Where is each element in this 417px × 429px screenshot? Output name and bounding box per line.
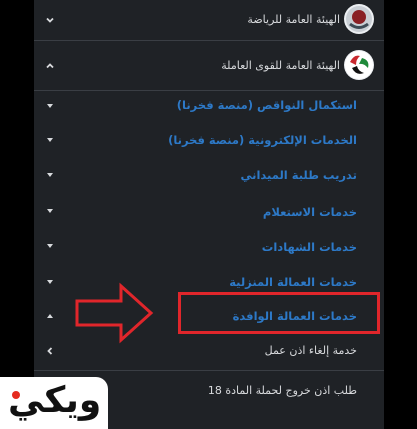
leaf-item-label: خدمة إلغاء اذن عمل [264,344,357,357]
submenu-item[interactable]: استكمال النواقص (منصة فخرنا) [34,94,384,118]
submenu-item[interactable]: الخدمات الإلكترونية (منصة فخرنا) [34,128,384,152]
watermark-dot [12,391,20,399]
divider [34,370,384,371]
submenu-item[interactable]: خدمات الشهادات [34,234,384,258]
sports-authority-logo [344,4,374,34]
submenu-item-label: الخدمات الإلكترونية (منصة فخرنا) [168,133,357,147]
submenu-item-label: خدمات العمالة المنزلية [229,275,357,289]
menu-item-label: الهيئة العامة للقوى العاملة [221,59,340,72]
caret-down-icon [44,205,56,217]
menu-item-label: الهيئة العامة للرياضة [247,13,340,26]
submenu-item-label: خدمات الاستعلام [262,205,357,219]
menu-item-sports-authority[interactable]: الهيئة العامة للرياضة [34,2,384,40]
watermark-text: ويكي [8,380,103,421]
caret-down-icon [44,100,56,112]
caret-down-icon [44,276,56,288]
submenu-item-label: تدريب طلبة الميداني [240,168,357,182]
submenu-item-label: خدمات الشهادات [261,240,357,254]
submenu-item[interactable]: خدمات الاستعلام [34,199,384,223]
chevron-down-icon [44,14,56,26]
submenu-item[interactable]: تدريب طلبة الميداني [34,163,384,187]
caret-down-icon [44,240,56,252]
menu-item-manpower-authority[interactable]: الهيئة العامة للقوى العاملة [34,46,384,88]
chevron-left-icon [44,345,56,357]
manpower-authority-logo [344,50,374,80]
caret-down-icon [44,134,56,146]
leaf-item-label: طلب اذن خروج لحملة المادة 18 [207,384,357,397]
submenu-item-label: استكمال النواقص (منصة فخرنا) [176,98,357,112]
highlight-box [178,292,380,334]
pointer-arrow-icon [73,282,155,348]
divider [34,90,384,91]
divider [34,40,384,41]
caret-down-icon [44,169,56,181]
caret-up-icon [44,310,56,322]
chevron-up-icon [44,60,56,72]
watermark-logo: ويكي [0,377,108,429]
